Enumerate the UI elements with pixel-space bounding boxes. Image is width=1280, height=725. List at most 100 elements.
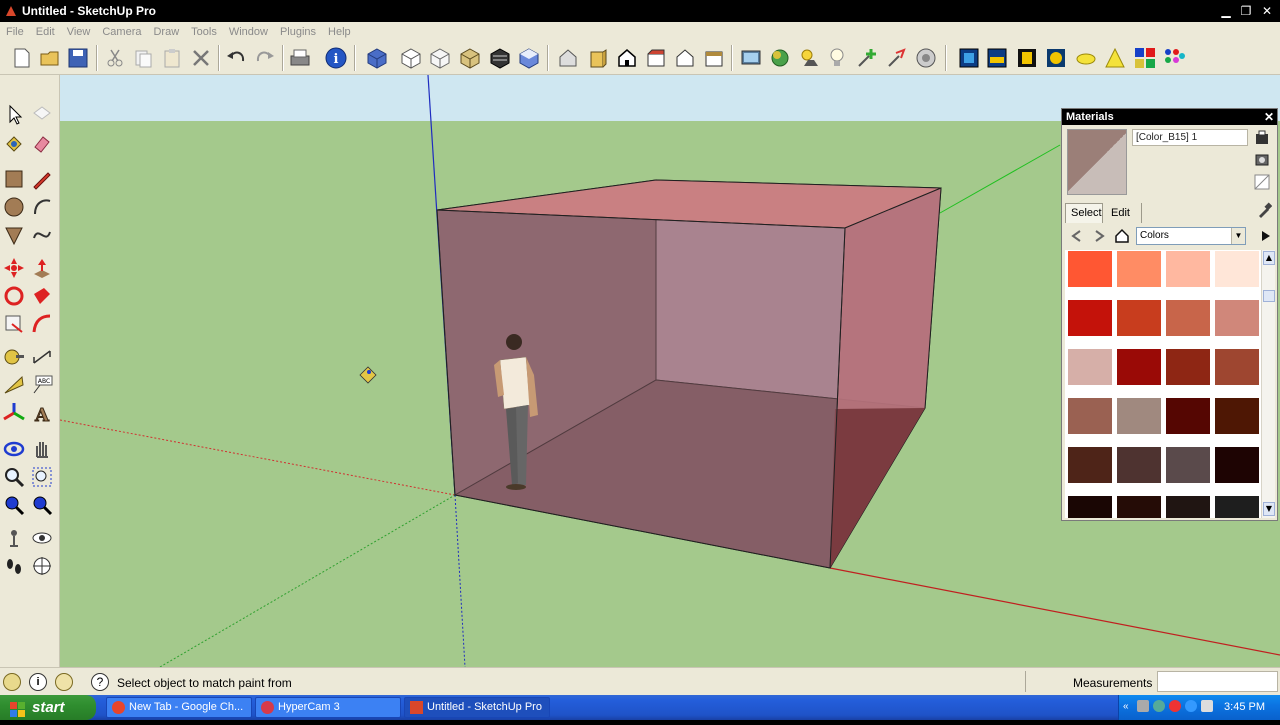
select-arrow-icon[interactable]	[2, 103, 26, 127]
material-swatch[interactable]	[1068, 251, 1112, 287]
menu-view[interactable]: View	[61, 26, 97, 38]
minimize-icon[interactable]: ▁	[1218, 3, 1234, 19]
tray-update-icon[interactable]	[1185, 700, 1197, 712]
cut-icon[interactable]	[103, 46, 127, 70]
task-hypercam[interactable]: HyperCam 3	[255, 697, 401, 718]
dimension-icon[interactable]	[30, 345, 54, 369]
pan-hand-icon[interactable]	[30, 437, 54, 461]
material-swatch[interactable]	[1166, 349, 1210, 385]
material-swatch[interactable]	[1068, 349, 1112, 385]
measurements-input[interactable]	[1157, 671, 1278, 692]
task-chrome[interactable]: New Tab - Google Ch...	[106, 697, 252, 718]
copy-icon[interactable]	[131, 46, 155, 70]
shaded-icon[interactable]	[673, 46, 697, 70]
save-icon[interactable]	[66, 46, 90, 70]
iso-view-icon[interactable]	[365, 46, 389, 70]
swatch-scrollbar[interactable]: ▲ ▼	[1261, 250, 1275, 518]
get-models-icon[interactable]	[855, 46, 879, 70]
material-swatch[interactable]	[1068, 398, 1112, 434]
tab-select[interactable]: Select	[1065, 203, 1103, 223]
menu-plugins[interactable]: Plugins	[274, 26, 322, 38]
push-pull-icon[interactable]	[30, 256, 54, 280]
paste-icon[interactable]	[160, 46, 184, 70]
eraser-icon[interactable]	[30, 132, 54, 156]
front-view-icon[interactable]	[428, 46, 452, 70]
section-plane-tool-icon[interactable]	[30, 554, 54, 578]
film-scenes-icon[interactable]	[1015, 46, 1039, 70]
section-plane-icon[interactable]	[957, 46, 981, 70]
follow-me-icon[interactable]	[30, 284, 54, 308]
material-name-field[interactable]: [Color_B15] 1	[1132, 129, 1248, 146]
text-tool-icon[interactable]: ABC	[30, 373, 54, 397]
menu-edit[interactable]: Edit	[30, 26, 61, 38]
previous-view-icon[interactable]	[30, 493, 54, 517]
section-display-icon[interactable]	[985, 46, 1009, 70]
right-view-icon[interactable]	[458, 46, 482, 70]
zoom-icon[interactable]	[2, 465, 26, 489]
walk-icon[interactable]	[2, 554, 26, 578]
volume-icon[interactable]	[1201, 700, 1213, 712]
circle-icon[interactable]	[2, 195, 26, 219]
paint-bucket-icon[interactable]	[2, 132, 26, 156]
redo-icon[interactable]	[253, 46, 277, 70]
new-icon[interactable]	[10, 46, 34, 70]
wireframe-icon[interactable]	[615, 46, 639, 70]
menu-tools[interactable]: Tools	[185, 26, 223, 38]
move-icon[interactable]	[2, 256, 26, 280]
shaded-textures-icon[interactable]	[702, 46, 726, 70]
components-icon[interactable]	[768, 46, 792, 70]
rotate-icon[interactable]	[2, 284, 26, 308]
back-edges-icon[interactable]	[586, 46, 610, 70]
home-icon[interactable]	[1114, 228, 1130, 244]
share-model-icon[interactable]	[885, 46, 909, 70]
zoom-extents-icon[interactable]	[2, 493, 26, 517]
tray-security-icon[interactable]	[1169, 700, 1181, 712]
polygon-icon[interactable]	[2, 223, 26, 247]
material-swatch[interactable]	[1166, 447, 1210, 483]
undo-icon[interactable]	[224, 46, 248, 70]
back-view-icon[interactable]	[488, 46, 512, 70]
material-swatch[interactable]	[1117, 447, 1161, 483]
sample-paint-icon[interactable]	[1254, 174, 1270, 190]
arc-icon[interactable]	[30, 195, 54, 219]
eyedropper-icon[interactable]	[1256, 202, 1273, 218]
axes-icon[interactable]	[2, 401, 26, 425]
lightbulb-icon[interactable]	[825, 46, 849, 70]
tape-measure-icon[interactable]	[2, 345, 26, 369]
material-swatch[interactable]	[1117, 300, 1161, 336]
model-info-icon[interactable]: i	[324, 46, 348, 70]
material-swatch[interactable]	[1068, 496, 1112, 518]
material-swatch[interactable]	[1166, 496, 1210, 518]
tab-edit[interactable]: Edit	[1108, 203, 1142, 223]
material-swatch[interactable]	[1166, 251, 1210, 287]
material-swatch[interactable]	[1215, 349, 1259, 385]
material-swatch[interactable]	[1117, 398, 1161, 434]
menu-window[interactable]: Window	[223, 26, 274, 38]
material-swatch[interactable]	[1215, 496, 1259, 518]
material-swatch[interactable]	[1166, 398, 1210, 434]
material-swatch[interactable]	[1215, 447, 1259, 483]
material-swatch[interactable]	[1117, 496, 1161, 518]
geo-location-icon[interactable]	[1044, 46, 1068, 70]
material-swatch[interactable]	[1117, 251, 1161, 287]
hidden-line-icon[interactable]	[644, 46, 668, 70]
material-swatch[interactable]	[1215, 398, 1259, 434]
make-component-icon[interactable]	[30, 103, 54, 127]
look-around-icon[interactable]	[30, 526, 54, 550]
print-icon[interactable]	[288, 46, 312, 70]
rectangle-icon[interactable]	[2, 167, 26, 191]
menu-draw[interactable]: Draw	[147, 26, 185, 38]
tray-expand-icon[interactable]: «	[1123, 701, 1129, 712]
dots-palette-icon[interactable]	[1162, 46, 1186, 70]
material-swatch[interactable]	[1068, 300, 1112, 336]
scale-icon[interactable]	[2, 312, 26, 336]
color-palette-icon[interactable]	[1133, 46, 1157, 70]
settings-icon[interactable]	[914, 46, 938, 70]
menu-file[interactable]: File	[0, 26, 30, 38]
sandbox-icon[interactable]	[1074, 46, 1098, 70]
material-swatch[interactable]	[1215, 300, 1259, 336]
top-view-icon[interactable]	[399, 46, 423, 70]
orbit-icon[interactable]	[2, 437, 26, 461]
display-icon[interactable]	[739, 46, 763, 70]
close-icon[interactable]: ✕	[1259, 3, 1275, 19]
